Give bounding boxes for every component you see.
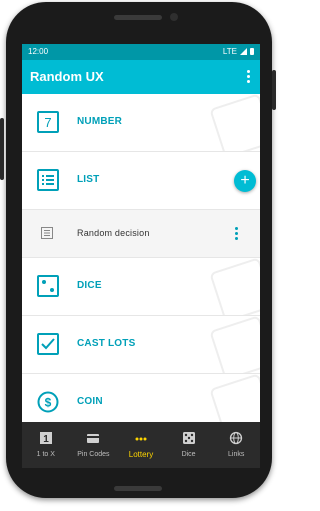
list-item-label: Random decision [77,228,150,238]
dollar-coin-icon: $ [37,391,59,413]
list-item-label: CAST LOTS [77,338,136,349]
battery-icon [250,48,254,55]
status-icons: LTE [223,47,254,56]
nav-label: 1 to X [36,451,55,458]
nav-label: Dice [181,451,196,458]
list-item-label: DICE [77,280,102,291]
dice-icon [182,432,195,444]
app-bar: Random UX [22,60,260,94]
nav-label: Pin Codes [77,451,110,458]
status-bar: 12:00 LTE [22,44,260,60]
lottery-dots-icon [135,437,147,441]
card-icon [87,434,100,443]
nav-item-lottery[interactable]: Lottery [117,422,165,468]
nav-item-dice[interactable]: Dice [165,422,213,468]
list-item-dice[interactable]: DICE [22,258,260,316]
item-menu-icon[interactable] [235,227,238,242]
network-label: LTE [222,47,237,56]
list-item-number[interactable]: 7 NUMBER [22,94,260,152]
background-watermark-icon [209,94,260,151]
seven-icon: 7 [37,111,59,133]
app-title: Random UX [30,69,104,84]
earpiece-speaker [114,15,162,20]
signal-icon [240,48,247,55]
power-button [272,70,276,110]
add-list-button[interactable]: + [234,170,256,192]
svg-text:7: 7 [44,115,51,130]
globe-icon [230,431,243,445]
background-watermark-icon [209,316,260,373]
nav-label: Lottery [128,450,154,459]
front-camera [170,13,178,21]
checkbox-icon [37,333,59,355]
list-item-list[interactable]: LIST + [22,152,260,210]
category-list: 7 NUMBER LIST + Random decision DICE CAS… [22,94,260,432]
nav-item-links[interactable]: Links [212,422,260,468]
nav-item-pin-codes[interactable]: Pin Codes [70,422,118,468]
status-time: 12:00 [28,47,49,56]
list-item-label: NUMBER [77,116,123,127]
one-icon: 1 [39,432,52,445]
list-item-label: LIST [77,174,100,185]
background-watermark-icon [209,258,260,315]
overflow-menu-icon[interactable] [247,70,250,85]
svg-text:$: $ [45,396,52,410]
list-item-random-decision[interactable]: Random decision [22,210,260,258]
svg-text:1: 1 [43,434,49,445]
document-icon [41,227,53,239]
bottom-speaker [114,486,162,491]
list-item-label: COIN [77,396,103,407]
volume-button [0,118,4,180]
nav-item-1-to-x[interactable]: 1 1 to X [22,422,70,468]
screen: 12:00 LTE Random UX 7 NUMBER LIST + Rand… [22,44,260,468]
nav-label: Links [228,451,245,458]
list-icon [37,169,59,191]
list-item-cast-lots[interactable]: CAST LOTS [22,316,260,374]
dice-icon [37,275,59,297]
bottom-navigation: 1 1 to X Pin Codes Lottery Dice Links [22,422,260,468]
